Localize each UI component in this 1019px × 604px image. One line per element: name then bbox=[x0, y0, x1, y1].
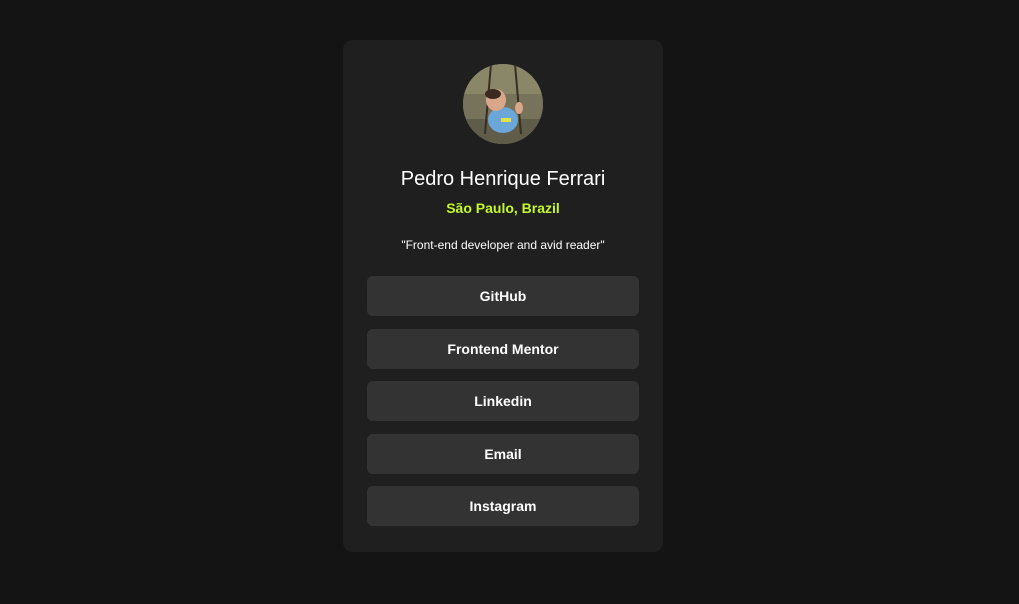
github-link-button[interactable]: GitHub bbox=[367, 276, 639, 316]
email-link-button[interactable]: Email bbox=[367, 433, 639, 474]
frontend-mentor-link-button[interactable]: Frontend Mentor bbox=[367, 328, 639, 369]
profile-location: São Paulo, Brazil bbox=[446, 200, 560, 216]
profile-card: Pedro Henrique Ferrari São Paulo, Brazil… bbox=[343, 40, 663, 552]
instagram-link-button[interactable]: Instagram bbox=[367, 486, 639, 526]
profile-name: Pedro Henrique Ferrari bbox=[400, 168, 606, 190]
profile-bio: "Front-end developer and avid reader" bbox=[401, 238, 605, 252]
social-links: GitHub Frontend Mentor Linkedin Email In… bbox=[367, 276, 639, 539]
linkedin-link-button[interactable]: Linkedin bbox=[367, 381, 639, 421]
avatar bbox=[463, 64, 543, 144]
